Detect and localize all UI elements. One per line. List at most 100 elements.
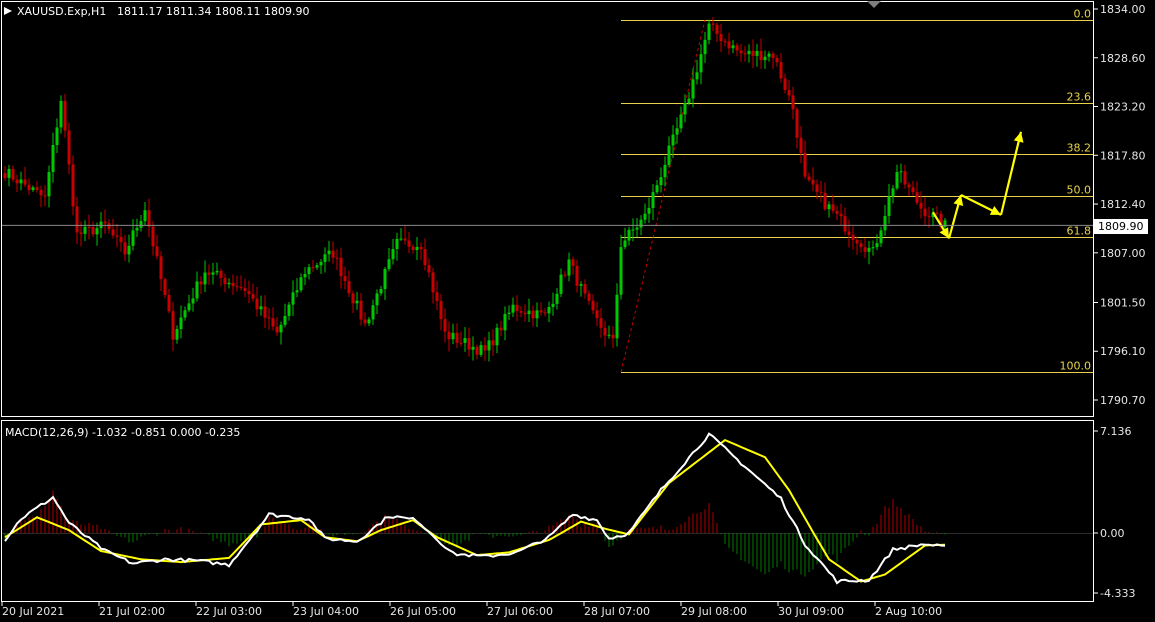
time-axis-label: 2 Aug 10:00 — [875, 605, 942, 618]
candle-body — [387, 259, 391, 269]
time-axis-label: 20 Jul 2021 — [2, 605, 64, 618]
candle-body — [143, 210, 147, 222]
candle-body — [803, 153, 807, 177]
candle-body — [555, 293, 559, 304]
candle-body — [539, 310, 543, 313]
candle-body — [499, 327, 503, 331]
candle-body — [651, 192, 655, 208]
candle-body — [111, 229, 115, 236]
candle-body — [251, 294, 255, 299]
current-price-label: 1809.90 — [1098, 220, 1144, 233]
candle-body — [895, 172, 899, 189]
candle-body — [443, 319, 447, 332]
price-axis-label: 1823.20 — [1100, 101, 1146, 114]
macd-axis-label: 0.00 — [1100, 527, 1125, 540]
candle-body — [723, 41, 727, 43]
candle-body — [883, 215, 887, 231]
candle-body — [91, 226, 95, 235]
candle-body — [51, 144, 55, 173]
candle-body — [807, 176, 811, 180]
candle-body — [715, 24, 719, 35]
candle-body — [183, 310, 187, 318]
candle-body — [699, 54, 703, 73]
candle-body — [343, 276, 347, 282]
candle-body — [855, 240, 859, 244]
price-axis-label: 1790.70 — [1100, 394, 1146, 407]
candle-body — [639, 219, 643, 228]
candle-body — [415, 246, 419, 250]
candle-body — [303, 274, 307, 278]
candle-body — [771, 53, 775, 58]
candle-body — [503, 313, 507, 331]
macd-label: MACD(12,26,9) -1.032 -0.851 0.000 -0.235 — [5, 426, 240, 439]
candle-body — [755, 50, 759, 56]
candle-body — [647, 207, 651, 214]
candle-body — [7, 168, 11, 178]
candle-body — [907, 184, 911, 188]
candle-body — [315, 265, 319, 268]
candle-body — [275, 326, 279, 333]
candle-body — [35, 187, 39, 190]
candle-body — [463, 338, 467, 343]
candle-body — [123, 242, 127, 255]
candle-body — [103, 221, 107, 224]
candle-body — [811, 179, 815, 185]
candle-body — [131, 230, 135, 246]
candle-body — [671, 134, 675, 146]
candle-body — [843, 216, 847, 232]
candle-body — [735, 45, 739, 51]
candle-body — [623, 240, 627, 248]
candle-body — [791, 95, 795, 110]
candle-body — [287, 304, 291, 316]
candle-body — [55, 127, 59, 145]
candle-body — [823, 192, 827, 210]
candle-body — [451, 332, 455, 340]
candle-body — [59, 100, 63, 128]
candle-body — [559, 274, 563, 294]
candle-body — [359, 300, 363, 320]
candle-body — [331, 250, 335, 258]
candle-body — [323, 254, 327, 262]
candle-body — [419, 246, 423, 250]
candle-body — [363, 319, 367, 324]
candle-body — [223, 277, 227, 285]
candle-body — [683, 103, 687, 115]
candle-body — [327, 250, 331, 255]
candle-body — [63, 100, 67, 131]
candle-body — [31, 187, 35, 190]
candle-body — [279, 324, 283, 333]
time-axis-label: 26 Jul 05:00 — [390, 605, 456, 618]
chart-canvas: 0.0 23.6 38.2 50.0 61.8 100.0 1834.00 1828.60 1… — [0, 0, 1155, 622]
candle-body — [835, 210, 839, 214]
price-axis-label: 1801.50 — [1100, 296, 1146, 309]
candle-body — [871, 247, 875, 249]
candle-body — [607, 334, 611, 336]
price-axis-label: 1828.60 — [1100, 52, 1146, 65]
fib-level-label: 38.2 — [1067, 142, 1092, 155]
symbol-label: XAUUSD.Exp,H1 — [17, 5, 106, 18]
candle-body — [707, 23, 711, 40]
candle-body — [587, 293, 591, 301]
candle-body — [751, 50, 755, 56]
candle-body — [43, 195, 47, 197]
candle-body — [11, 168, 15, 180]
candle-body — [767, 53, 771, 57]
candle-body — [611, 334, 615, 339]
candle-body — [335, 257, 339, 259]
fib-level-label: 61.8 — [1067, 225, 1092, 238]
candle-body — [923, 208, 927, 217]
candle-body — [191, 298, 195, 304]
time-axis-label: 28 Jul 07:00 — [584, 605, 650, 618]
candle-body — [107, 223, 111, 230]
candle-body — [759, 50, 763, 61]
candle-body — [47, 172, 51, 197]
candle-body — [159, 256, 163, 280]
price-axis-label: 1812.40 — [1100, 198, 1146, 211]
candle-body — [403, 238, 407, 241]
candle-body — [155, 246, 159, 257]
candle-body — [259, 306, 263, 310]
price-axis-label: 1834.00 — [1100, 3, 1146, 16]
candle-body — [151, 226, 155, 247]
candle-body — [379, 288, 383, 294]
candle-body — [567, 259, 571, 276]
